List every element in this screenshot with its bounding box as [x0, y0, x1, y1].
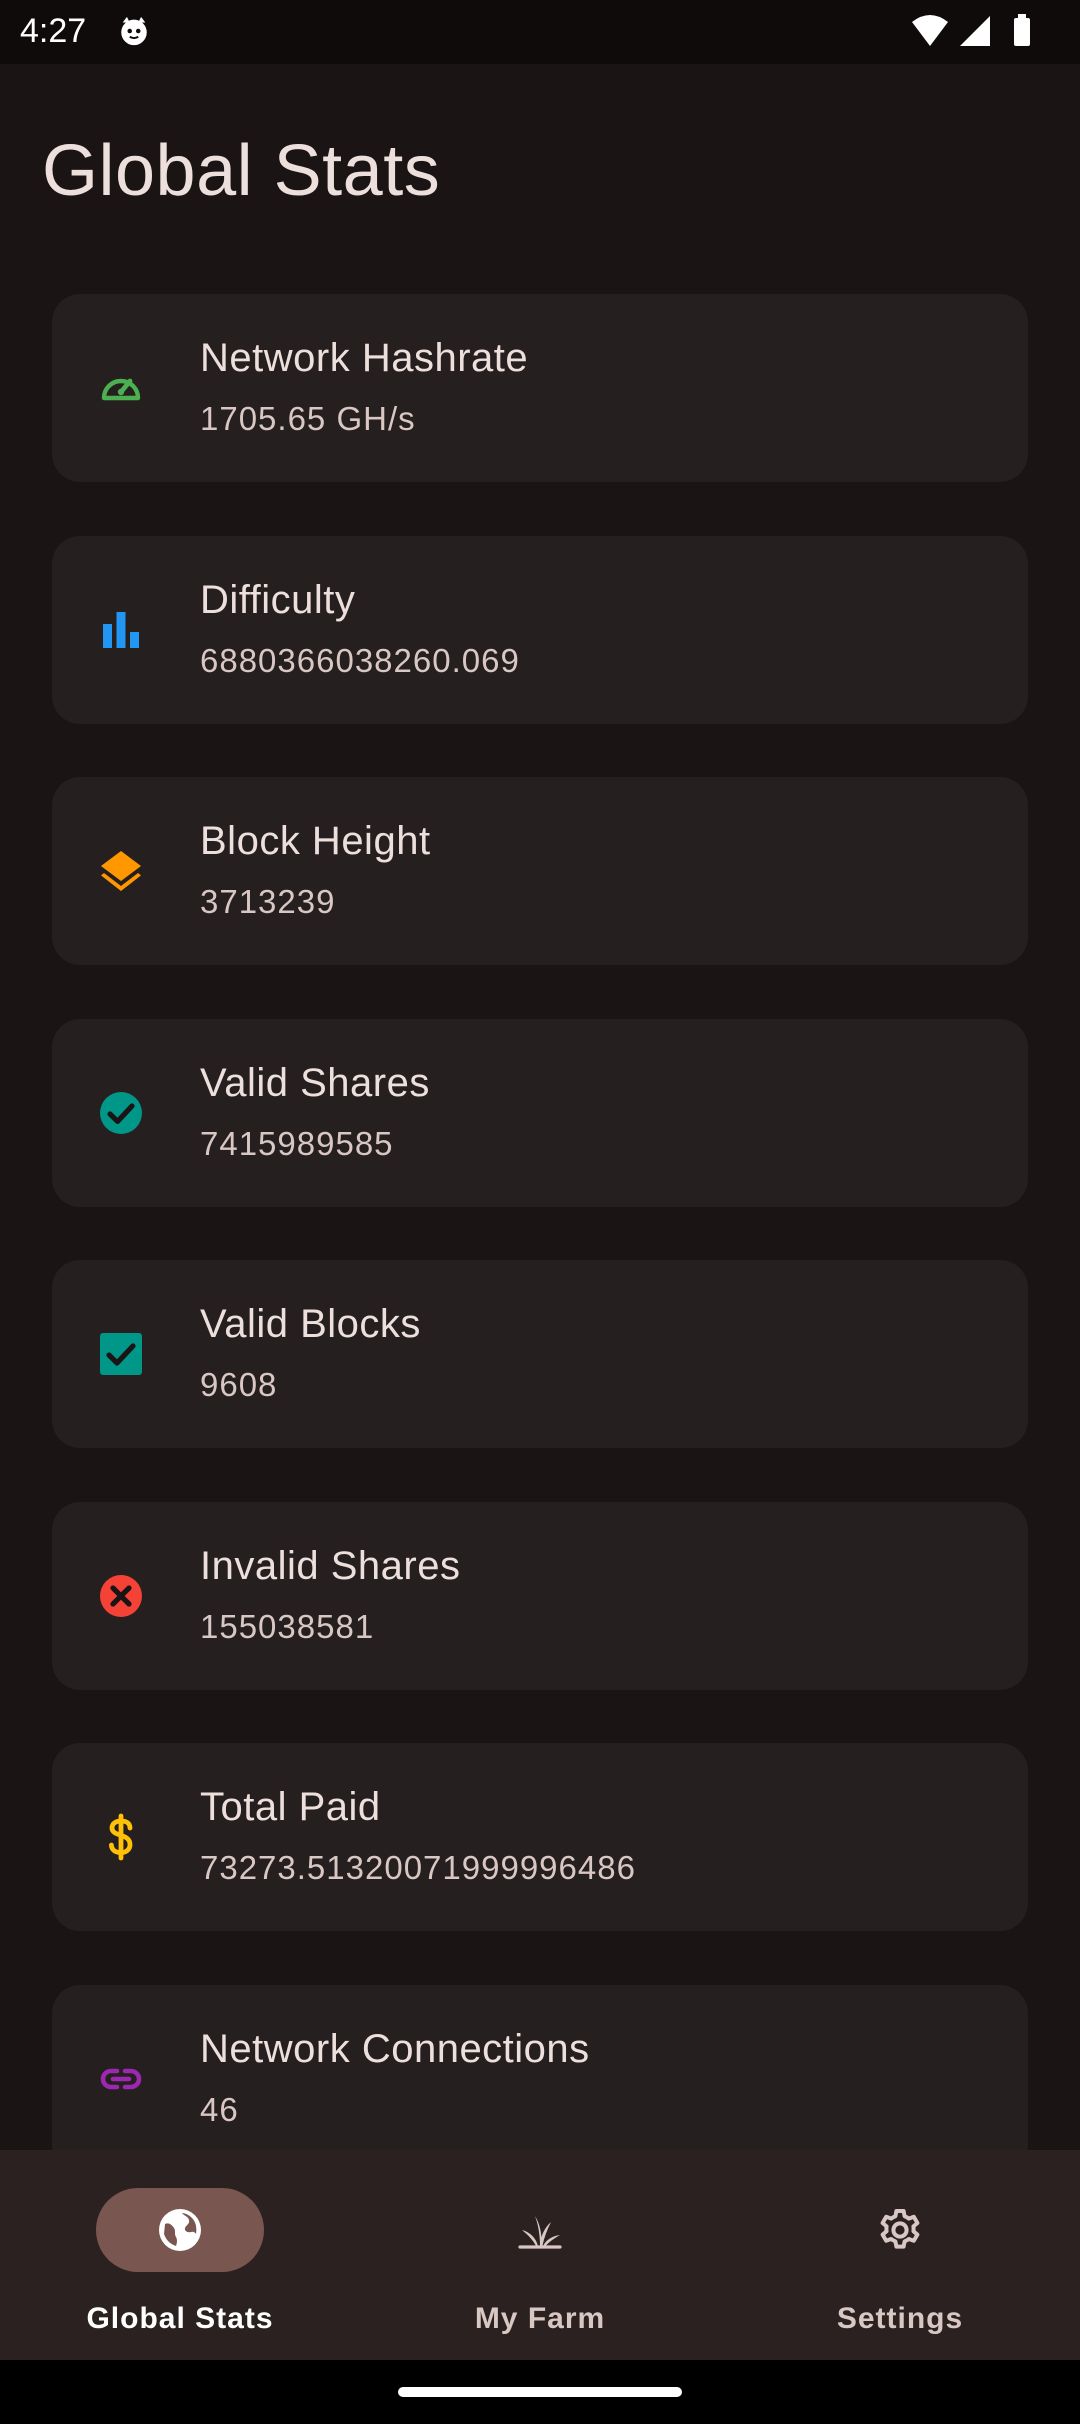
- stat-card-network-hashrate: Network Hashrate 1705.65 GH/s: [52, 294, 1028, 482]
- bottom-navigation: Global Stats My Farm Settings: [0, 2150, 1080, 2360]
- nav-item-settings[interactable]: Settings: [720, 2150, 1080, 2360]
- page-title: Global Stats: [42, 131, 441, 211]
- layers-icon: [101, 851, 141, 891]
- stat-title: Valid Blocks: [200, 1302, 421, 1346]
- check-circle-icon: [100, 1092, 142, 1134]
- stat-title: Invalid Shares: [200, 1544, 461, 1588]
- stat-value: 73273.51320071999996486: [200, 1849, 636, 1886]
- nav-label: Settings: [836, 2302, 964, 2335]
- stats-list[interactable]: Global Stats Network Hashrate 1705.65 GH…: [0, 0, 1080, 2150]
- stat-card-valid-shares: Valid Shares 7415989585: [52, 1019, 1028, 1207]
- stat-title: Block Height: [200, 819, 431, 863]
- dollar-icon: [109, 1813, 133, 1861]
- stat-value: 46: [200, 2091, 239, 2128]
- stat-value: 9608: [200, 1366, 278, 1403]
- sprout-icon: [518, 2216, 562, 2249]
- globe-icon: [159, 2209, 201, 2251]
- stat-title: Total Paid: [200, 1785, 381, 1829]
- stat-value: 7415989585: [200, 1125, 394, 1162]
- cancel-circle-icon: [100, 1575, 142, 1617]
- stat-value: 1705.65 GH/s: [200, 400, 416, 437]
- nav-label: My Farm: [474, 2302, 606, 2335]
- stat-title: Network Hashrate: [200, 336, 529, 380]
- home-indicator[interactable]: [398, 2387, 682, 2397]
- check-box-icon: [100, 1333, 142, 1375]
- nav-item-global-stats[interactable]: Global Stats: [0, 2150, 360, 2360]
- speedometer-icon: [101, 378, 141, 401]
- stat-value: 6880366038260.069: [200, 642, 520, 679]
- stat-card-valid-blocks: Valid Blocks 9608: [52, 1260, 1028, 1448]
- stat-card-invalid-shares: Invalid Shares 155038581: [52, 1502, 1028, 1690]
- link-icon: [100, 2068, 142, 2090]
- stat-card-network-connections: Network Connections 46: [52, 1985, 1028, 2150]
- stat-card-difficulty: Difficulty 6880366038260.069: [52, 536, 1028, 724]
- nav-item-my-farm[interactable]: My Farm: [360, 2150, 720, 2360]
- stat-card-total-paid: Total Paid 73273.51320071999996486: [52, 1743, 1028, 1931]
- gear-icon: [880, 2209, 920, 2249]
- stat-title: Difficulty: [200, 578, 356, 622]
- nav-label: Global Stats: [86, 2302, 274, 2335]
- stat-value: 155038581: [200, 1608, 375, 1645]
- stat-title: Network Connections: [200, 2027, 590, 2071]
- stat-title: Valid Shares: [200, 1061, 430, 1105]
- stat-card-block-height: Block Height 3713239: [52, 777, 1028, 965]
- bar-chart-icon: [103, 612, 139, 648]
- stat-value: 3713239: [200, 883, 336, 920]
